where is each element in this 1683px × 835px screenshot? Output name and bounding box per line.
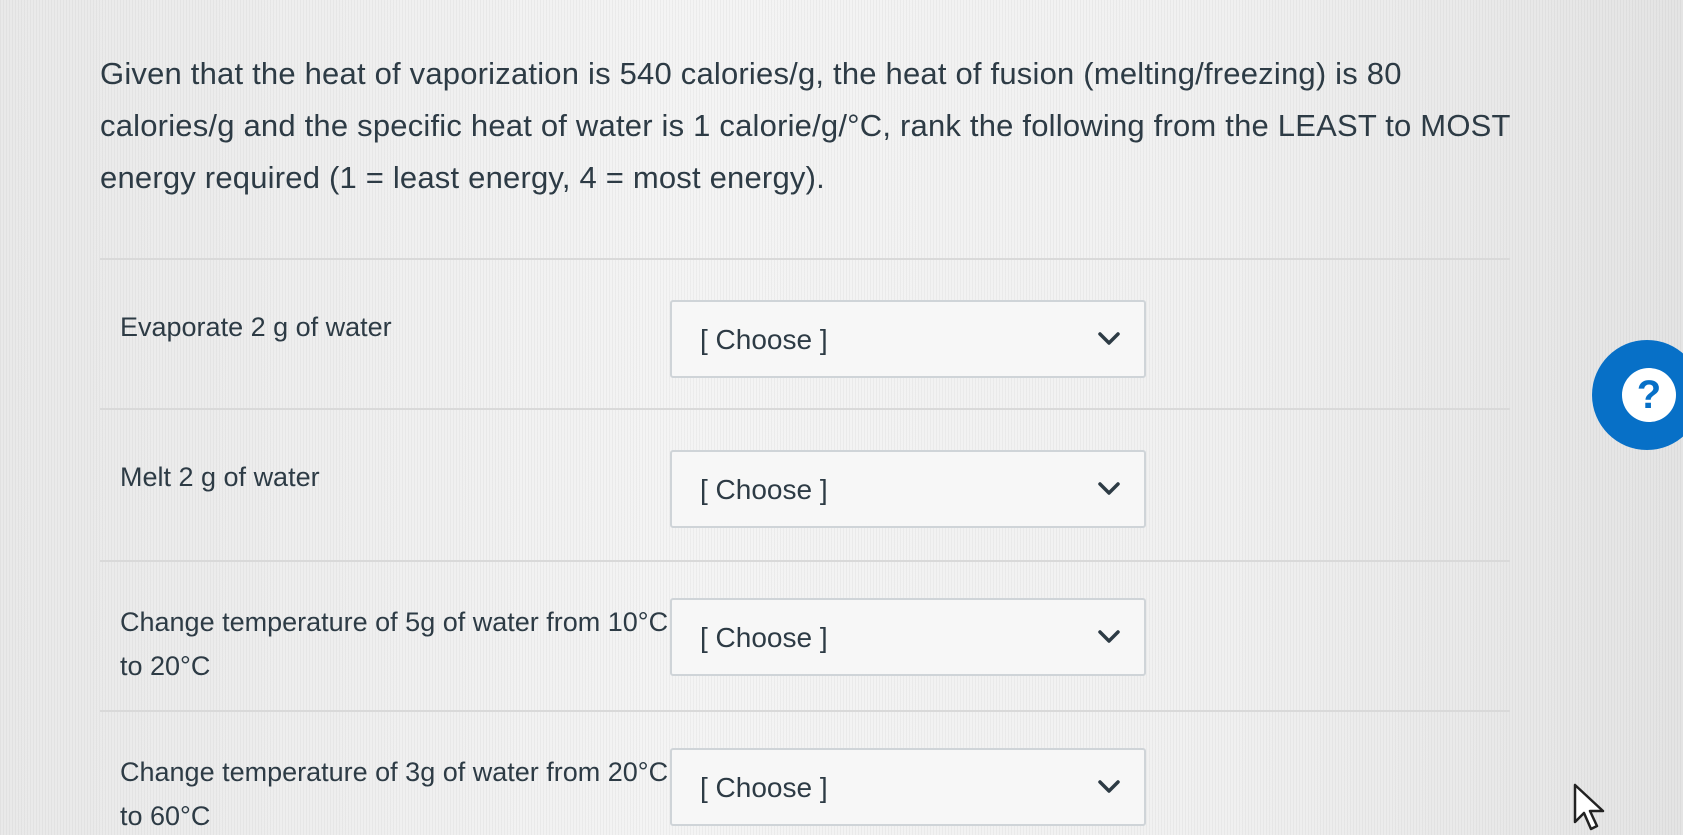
select-value: [ Choose ] bbox=[700, 474, 828, 505]
select-value: [ Choose ] bbox=[700, 324, 828, 355]
row-label-temp-3g: Change temperature of 3g of water from 2… bbox=[120, 757, 669, 831]
rank-select-melt[interactable]: [ Choose ] bbox=[670, 450, 1146, 528]
row-divider bbox=[100, 408, 1510, 410]
rank-select-temp-5g[interactable]: [ Choose ] bbox=[670, 598, 1146, 676]
chevron-down-icon bbox=[1098, 332, 1120, 345]
mouse-pointer-icon bbox=[1573, 783, 1605, 831]
rank-select-evaporate[interactable]: [ Choose ] bbox=[670, 300, 1146, 378]
question-mark-icon: ? bbox=[1622, 368, 1676, 422]
row-divider bbox=[100, 258, 1510, 260]
row-label-melt: Melt 2 g of water bbox=[120, 462, 320, 492]
chevron-down-icon bbox=[1098, 780, 1120, 793]
rank-select-temp-3g[interactable]: [ Choose ] bbox=[670, 748, 1146, 826]
row-divider bbox=[100, 560, 1510, 562]
row-divider bbox=[100, 710, 1510, 712]
row-label-temp-5g: Change temperature of 5g of water from 1… bbox=[120, 607, 669, 681]
select-value: [ Choose ] bbox=[700, 622, 828, 653]
select-value: [ Choose ] bbox=[700, 772, 828, 803]
row-label-evaporate: Evaporate 2 g of water bbox=[120, 312, 392, 342]
chevron-down-icon bbox=[1098, 482, 1120, 495]
question-text: Given that the heat of vaporization is 5… bbox=[100, 56, 1511, 195]
chevron-down-icon bbox=[1098, 630, 1120, 643]
